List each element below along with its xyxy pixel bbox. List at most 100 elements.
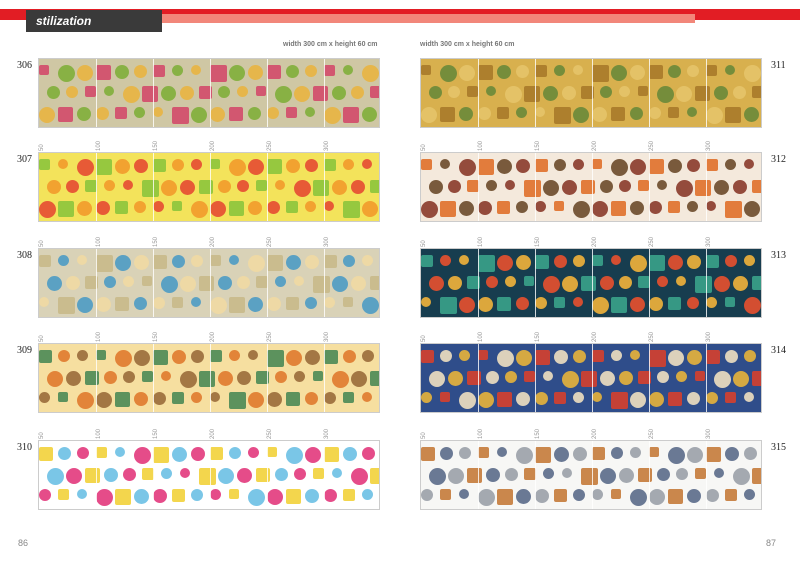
pattern-motif — [459, 107, 473, 121]
grid-line — [706, 153, 707, 221]
pattern-motif — [161, 371, 171, 381]
pattern-motif — [448, 276, 462, 290]
grid-line — [267, 344, 268, 412]
pattern-motif — [668, 107, 679, 118]
pattern-motif — [104, 276, 116, 288]
pattern-motif — [172, 107, 189, 124]
pattern-motif — [478, 201, 492, 215]
ruler-mark: 100 — [478, 428, 484, 439]
pattern-motif — [725, 350, 738, 363]
pattern-motif — [592, 447, 605, 460]
wallpaper-strip-311[interactable] — [420, 58, 762, 128]
pattern-motif — [286, 255, 301, 270]
pattern-motif — [210, 350, 222, 362]
ruler-mark: 300 — [706, 428, 712, 439]
wallpaper-strip-306[interactable] — [38, 58, 380, 128]
pattern-motif — [687, 489, 701, 503]
pattern-motif — [305, 107, 315, 117]
pattern-motif — [687, 107, 697, 117]
wallpaper-strip-310[interactable] — [38, 440, 380, 510]
wallpaper-strip-314[interactable] — [420, 343, 762, 413]
pattern-motif — [752, 86, 761, 98]
pattern-motif — [630, 107, 643, 120]
pattern-motif — [554, 489, 567, 502]
pattern-motif — [191, 255, 203, 267]
ruler-mark: 150 — [153, 428, 159, 439]
pattern-motif — [343, 201, 360, 218]
pattern-motif — [744, 392, 754, 402]
pattern-motif — [497, 350, 514, 367]
pattern-motif — [286, 201, 298, 213]
pattern-motif — [58, 350, 70, 362]
pattern-motif — [687, 392, 700, 405]
pattern-motif — [543, 276, 560, 293]
pattern-motif — [199, 468, 216, 485]
pattern-motif — [687, 350, 702, 365]
grid-line — [210, 441, 211, 509]
ruler-mark: 150 — [535, 331, 541, 342]
item-number-right: 312 — [771, 154, 786, 165]
pattern-motif — [668, 297, 681, 310]
pattern-motif — [554, 297, 565, 308]
pattern-motif — [744, 107, 759, 122]
pattern-motif — [649, 255, 665, 271]
pattern-motif — [39, 447, 53, 461]
pattern-motif — [516, 297, 529, 310]
pattern-motif — [332, 180, 347, 195]
pattern-motif — [733, 276, 748, 291]
pattern-motif — [554, 201, 564, 211]
pattern-motif — [362, 297, 379, 314]
wallpaper-strip-312[interactable] — [420, 152, 762, 222]
pattern-motif — [478, 255, 495, 272]
pattern-motif — [161, 86, 176, 101]
pattern-motif — [229, 65, 245, 81]
grid-line — [210, 249, 211, 317]
ruler-mark: 150 — [535, 236, 541, 247]
item-number-right: 311 — [771, 60, 786, 71]
pattern-motif — [497, 392, 512, 407]
pattern-motif — [324, 65, 335, 76]
wallpaper-strip-313[interactable] — [420, 248, 762, 318]
pattern-motif — [440, 392, 450, 402]
pattern-motif — [47, 276, 62, 291]
pattern-motif — [58, 447, 71, 460]
pattern-motif — [573, 350, 586, 363]
pattern-motif — [305, 447, 321, 463]
pattern-motif — [210, 447, 223, 460]
pattern-motif — [619, 180, 631, 192]
wallpaper-strip-308[interactable] — [38, 248, 380, 318]
pattern-motif — [562, 180, 577, 195]
pattern-motif — [218, 180, 231, 193]
pattern-motif — [134, 297, 147, 310]
pattern-motif — [172, 159, 184, 171]
section-title: stilization — [26, 10, 162, 32]
pattern-motif — [619, 468, 634, 483]
pattern-motif — [486, 86, 496, 96]
pattern-motif — [554, 159, 566, 171]
pattern-motif — [714, 468, 724, 478]
wallpaper-strip-309[interactable] — [38, 343, 380, 413]
pattern-motif — [706, 392, 718, 404]
pattern-motif — [714, 276, 730, 292]
pattern-motif — [467, 86, 478, 97]
wallpaper-strip-307[interactable] — [38, 152, 380, 222]
pattern-motif — [573, 447, 587, 461]
pattern-motif — [248, 107, 261, 120]
pattern-motif — [600, 371, 615, 386]
wallpaper-strip-315[interactable] — [420, 440, 762, 510]
pattern-motif — [286, 65, 299, 78]
pattern-motif — [96, 489, 113, 506]
pattern-motif — [275, 468, 288, 481]
pattern-motif — [58, 297, 75, 314]
pattern-motif — [752, 371, 761, 386]
pattern-motif — [248, 447, 259, 458]
pattern-motif — [324, 489, 337, 502]
pattern-motif — [210, 107, 225, 122]
pattern-motif — [229, 297, 245, 313]
pattern-motif — [459, 65, 475, 81]
pattern-motif — [535, 255, 549, 269]
pattern-motif — [429, 180, 443, 194]
pattern-motif — [440, 447, 453, 460]
pattern-motif — [286, 392, 300, 406]
pattern-motif — [58, 201, 74, 217]
